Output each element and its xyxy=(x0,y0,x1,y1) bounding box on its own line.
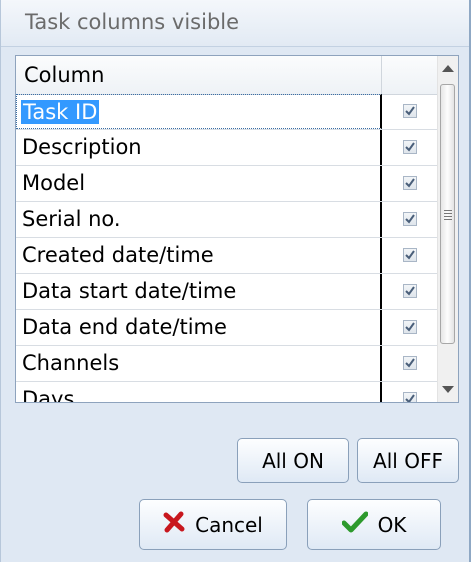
column-name-text: Model xyxy=(22,171,86,195)
visible-checkbox-cell xyxy=(384,166,438,201)
table-row[interactable]: Serial no. xyxy=(16,202,438,238)
table-row[interactable]: Task ID xyxy=(16,94,438,130)
checkmark-icon xyxy=(405,178,415,188)
cancel-button[interactable]: Cancel xyxy=(139,499,287,550)
column-name-text: Channels xyxy=(22,351,120,375)
visible-checkbox[interactable] xyxy=(403,212,417,226)
all-off-button[interactable]: All OFF xyxy=(357,438,459,483)
table-row[interactable]: Description xyxy=(16,130,438,166)
dialog-title-bar: Task columns visible xyxy=(1,0,469,47)
column-name-cell[interactable]: Data end date/time xyxy=(16,310,382,345)
table-row[interactable]: Days xyxy=(16,382,438,403)
dialog-title: Task columns visible xyxy=(25,10,240,34)
grid-rows: Task ID Description Model Serial no. Created… xyxy=(16,94,438,403)
scrollbar-thumb[interactable] xyxy=(440,84,455,344)
table-row[interactable]: Created date/time xyxy=(16,238,438,274)
table-row[interactable]: Model xyxy=(16,166,438,202)
table-row[interactable]: Data start date/time xyxy=(16,274,438,310)
column-name-text: Days xyxy=(22,387,75,403)
ok-button[interactable]: OK xyxy=(307,499,441,550)
table-row[interactable]: Channels xyxy=(16,346,438,382)
visible-checkbox[interactable] xyxy=(403,284,417,298)
visible-checkbox-cell xyxy=(384,382,438,402)
visible-checkbox[interactable] xyxy=(403,248,417,262)
visible-checkbox-cell xyxy=(384,310,438,345)
green-check-icon xyxy=(341,511,369,538)
table-row[interactable]: Data end date/time xyxy=(16,310,438,346)
visible-checkbox[interactable] xyxy=(403,140,417,154)
checkmark-icon xyxy=(405,106,415,116)
column-name-cell[interactable]: Created date/time xyxy=(16,238,382,273)
red-x-icon xyxy=(163,511,185,538)
scroll-down-arrow-icon[interactable] xyxy=(438,378,458,400)
visible-checkbox-cell xyxy=(384,346,438,381)
all-on-button[interactable]: All ON xyxy=(237,438,349,483)
scroll-grip-icon xyxy=(444,210,452,222)
checkmark-icon xyxy=(405,322,415,332)
visible-checkbox[interactable] xyxy=(403,356,417,370)
column-name-cell[interactable]: Model xyxy=(16,166,382,201)
column-name-text: Task ID xyxy=(21,100,100,124)
checkmark-icon xyxy=(405,358,415,368)
visible-checkbox-cell xyxy=(384,238,438,273)
column-name-cell[interactable]: Data start date/time xyxy=(16,274,382,309)
visible-checkbox[interactable] xyxy=(403,392,417,402)
visible-checkbox[interactable] xyxy=(403,176,417,190)
checkmark-icon xyxy=(405,142,415,152)
all-on-label: All ON xyxy=(262,448,324,473)
ok-label: OK xyxy=(377,512,407,537)
column-name-cell[interactable]: Serial no. xyxy=(16,202,382,237)
checkmark-icon xyxy=(405,394,415,402)
scroll-up-arrow-icon[interactable] xyxy=(438,58,458,80)
column-name-cell[interactable]: Channels xyxy=(16,346,382,381)
column-name-text: Data end date/time xyxy=(22,315,227,339)
column-name-text: Serial no. xyxy=(22,207,121,231)
cancel-label: Cancel xyxy=(195,512,263,537)
visible-checkbox-cell xyxy=(384,130,438,165)
visible-checkbox-cell xyxy=(384,202,438,237)
visible-checkbox[interactable] xyxy=(403,320,417,334)
visible-checkbox-cell xyxy=(384,274,438,309)
column-name-cell[interactable]: Task ID xyxy=(16,94,382,129)
grid-header: Column xyxy=(16,56,438,95)
visible-checkbox-cell xyxy=(384,94,438,129)
checkmark-icon xyxy=(405,250,415,260)
column-name-text: Description xyxy=(22,135,142,159)
task-columns-dialog: Task columns visible Column Task ID Descr… xyxy=(0,0,471,562)
column-name-cell[interactable]: Description xyxy=(16,130,382,165)
columns-grid: Column Task ID Description Model Serial no.… xyxy=(15,55,459,403)
column-name-text: Data start date/time xyxy=(22,279,237,303)
all-off-label: All OFF xyxy=(373,448,443,473)
column-name-text: Created date/time xyxy=(22,243,214,267)
column-name-cell[interactable]: Days xyxy=(16,382,382,403)
column-header[interactable]: Column xyxy=(16,56,382,94)
visible-checkbox[interactable] xyxy=(403,104,417,118)
vertical-scrollbar[interactable] xyxy=(437,56,458,402)
checkmark-icon xyxy=(405,286,415,296)
checkmark-icon xyxy=(405,214,415,224)
